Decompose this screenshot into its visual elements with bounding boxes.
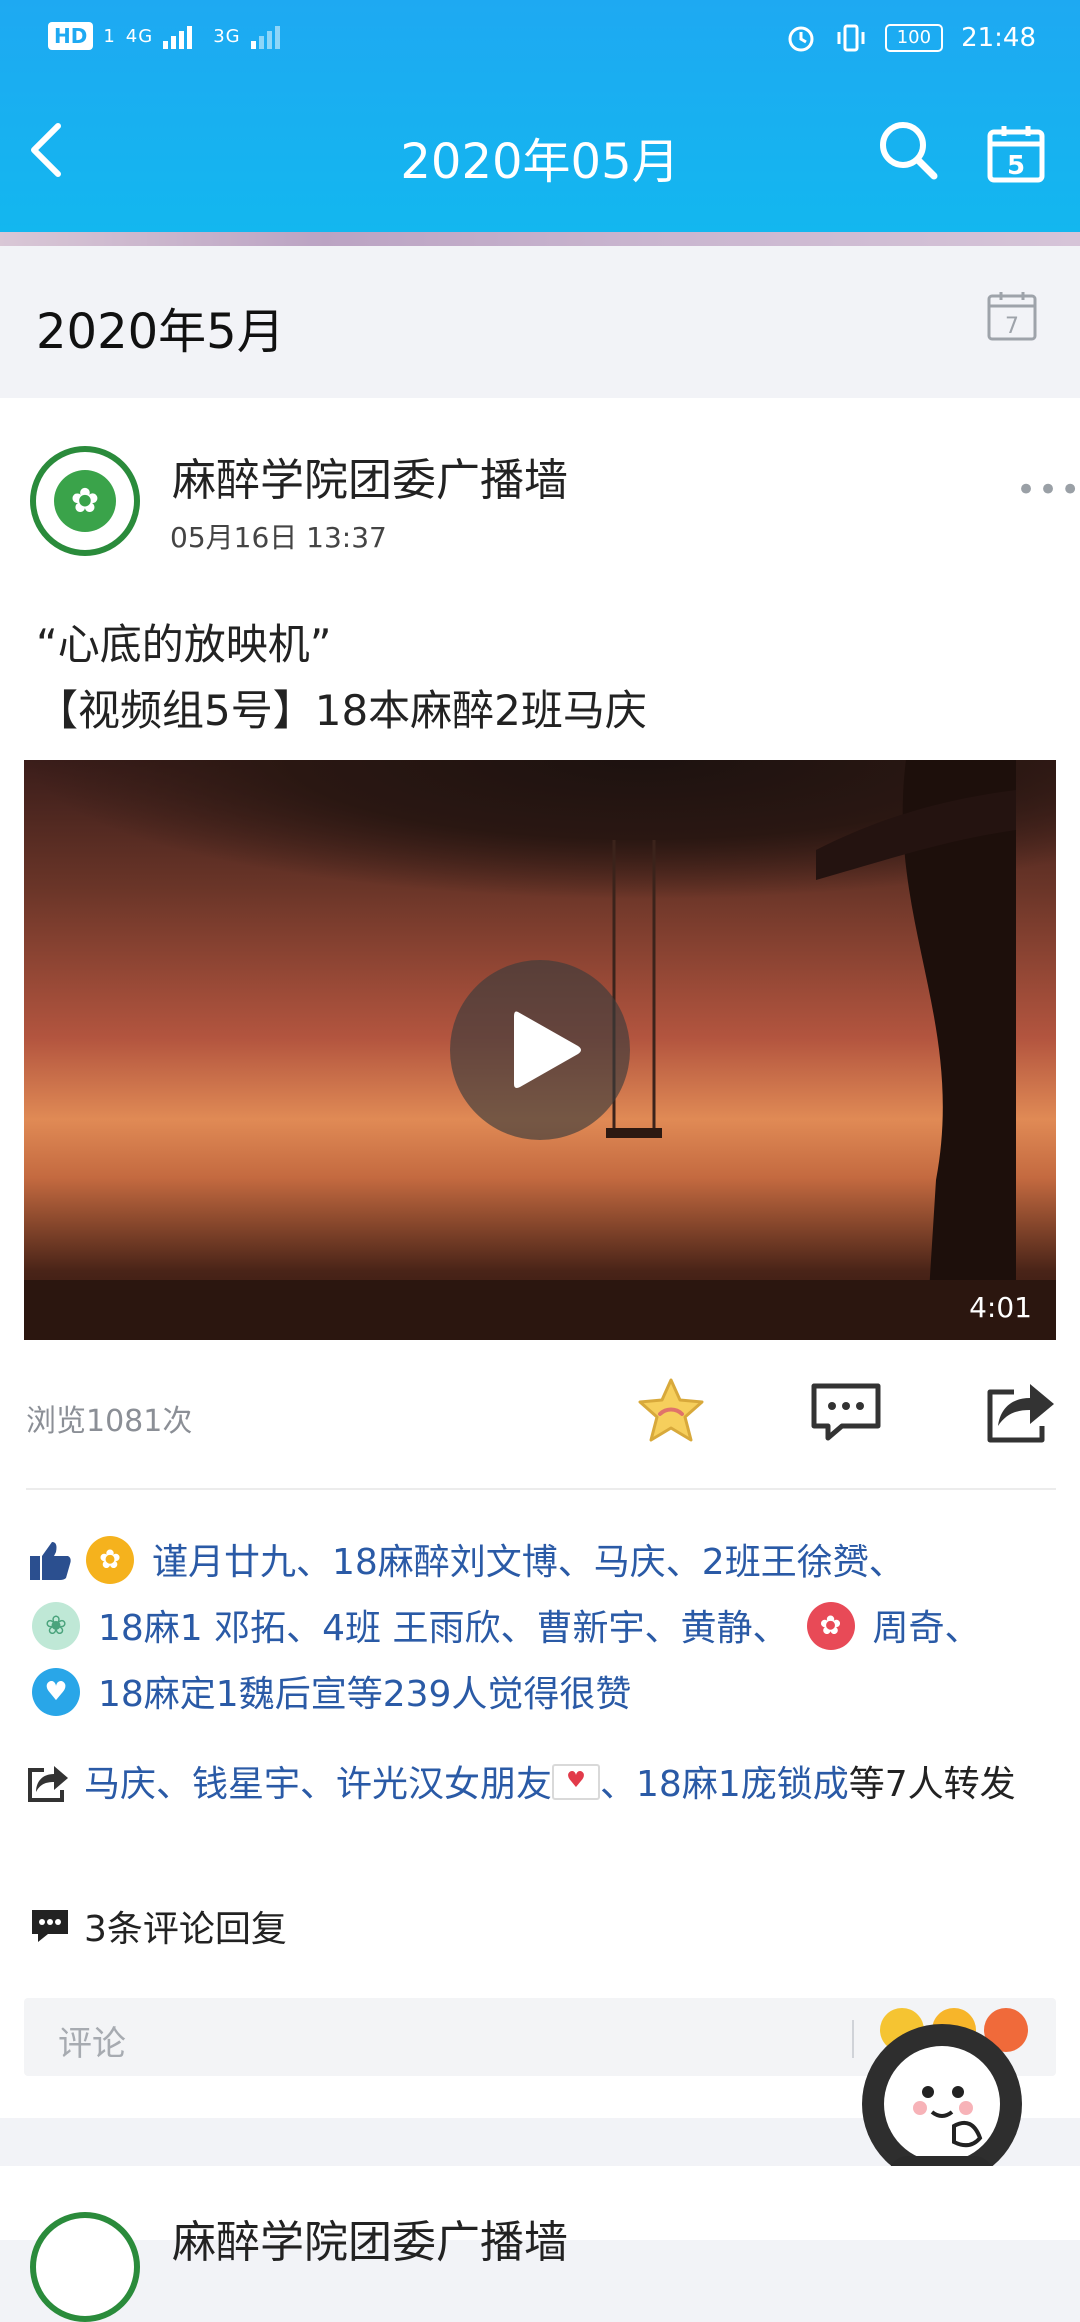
network-4g: 4G — [125, 25, 154, 47]
status-bar: HD 1 4G 3G 100 21:48 — [0, 0, 1080, 80]
vibrate-icon — [837, 24, 865, 52]
next-author-avatar[interactable] — [30, 2212, 140, 2322]
like-names[interactable]: 谨月廿九、18麻醉刘文博、马庆、2班王徐赟、 — [152, 1542, 905, 1583]
search-icon[interactable] — [876, 118, 940, 182]
signal-icon — [163, 26, 193, 49]
shares-count: 等7人转发 — [848, 1764, 1016, 1805]
comments-link[interactable]: 3条评论回复 — [30, 1900, 287, 1952]
battery-indicator: 100 — [884, 24, 944, 52]
comments-label: 3条评论回复 — [84, 1909, 287, 1950]
header-banner-strip — [0, 232, 1080, 246]
user-avatar-icon[interactable]: ❀ — [32, 1602, 80, 1650]
like-names[interactable]: 18麻1 邓拓、4班 王雨欣、曹新宇、黄静、 — [98, 1608, 789, 1649]
hd-badge: HD — [48, 22, 94, 50]
like-flower-icon[interactable] — [634, 1376, 708, 1446]
month-title: 2020年5月 — [36, 304, 285, 360]
user-avatar-icon[interactable]: ✿ — [806, 1602, 855, 1650]
post-text: “心底的放映机” 【视频组5号】18本麻醉2班马庆 — [36, 612, 647, 744]
month-calendar-icon[interactable]: 7 — [986, 290, 1038, 342]
likes-section: ✿ 谨月廿九、18麻醉刘文博、马庆、2班王徐赟、 ❀ 18麻1 邓拓、4班 王雨欣、… — [28, 1530, 1038, 1728]
calendar-icon[interactable]: 5 — [986, 124, 1046, 184]
video-thumbnail-ground — [24, 1280, 1056, 1340]
play-button[interactable] — [450, 960, 630, 1140]
share-names[interactable]: 马庆、钱星宇、许光汉女朋友 — [84, 1764, 552, 1805]
author-avatar[interactable]: ✿ — [30, 446, 140, 556]
user-avatar-icon[interactable]: ♥ — [32, 1668, 80, 1716]
post-text-line: 【视频组5号】18本麻醉2班马庆 — [36, 686, 647, 735]
share-icon[interactable] — [984, 1380, 1056, 1444]
user-avatar-icon[interactable]: ✿ — [86, 1536, 134, 1584]
author-name[interactable]: 麻醉学院团委广播墙 — [172, 444, 568, 508]
post-text-line: “心底的放映机” — [36, 620, 332, 669]
alarm-icon — [788, 26, 814, 52]
view-count: 浏览1081次 — [26, 1404, 193, 1439]
next-author-name[interactable]: 麻醉学院团委广播墙 — [172, 2206, 568, 2270]
play-icon — [514, 1011, 581, 1088]
top-bar: HD 1 4G 3G 100 21:48 2020年05月 5 — [0, 0, 1080, 246]
like-names[interactable]: 周奇、 — [873, 1608, 981, 1649]
post-time: 05月16日 13:37 — [170, 521, 387, 554]
month-header: 2020年5月 — [0, 248, 1080, 396]
input-separator — [852, 2020, 854, 2058]
video-duration: 4:01 — [969, 1291, 1032, 1324]
assistant-face-icon — [884, 2046, 1000, 2162]
divider — [26, 1488, 1056, 1490]
video-thumbnail-tree — [816, 760, 1016, 1340]
like-names[interactable]: 18麻定1魏后宣 — [98, 1674, 347, 1715]
comment-placeholder: 评论 — [58, 2024, 126, 2064]
calendar-day: 5 — [1007, 151, 1025, 181]
status-time: 21:48 — [961, 23, 1036, 53]
month-calendar-day: 7 — [1005, 314, 1019, 339]
signal-weak-icon — [250, 26, 280, 49]
share-names[interactable]: 、18麻1庞锁成 — [600, 1764, 849, 1805]
more-options-icon[interactable]: ••• — [1016, 470, 1080, 510]
heart-envelope-emoji-icon: ♥ — [552, 1764, 601, 1800]
comment-icon[interactable] — [808, 1380, 884, 1444]
thumbs-up-icon — [30, 1542, 71, 1580]
video-player[interactable]: 4:01 — [24, 760, 1056, 1340]
comment-small-icon — [32, 1910, 68, 1942]
logo-icon: ✿ — [54, 470, 116, 532]
share-small-icon — [28, 1766, 68, 1802]
network-3g: 3G — [213, 25, 241, 47]
sim-indicator: 1 — [103, 25, 116, 47]
likes-count: 等239人觉得很赞 — [346, 1674, 632, 1715]
shares-section: 马庆、钱星宇、许光汉女朋友 ♥ 、18麻1庞锁成等7人转发 — [28, 1756, 1038, 1814]
